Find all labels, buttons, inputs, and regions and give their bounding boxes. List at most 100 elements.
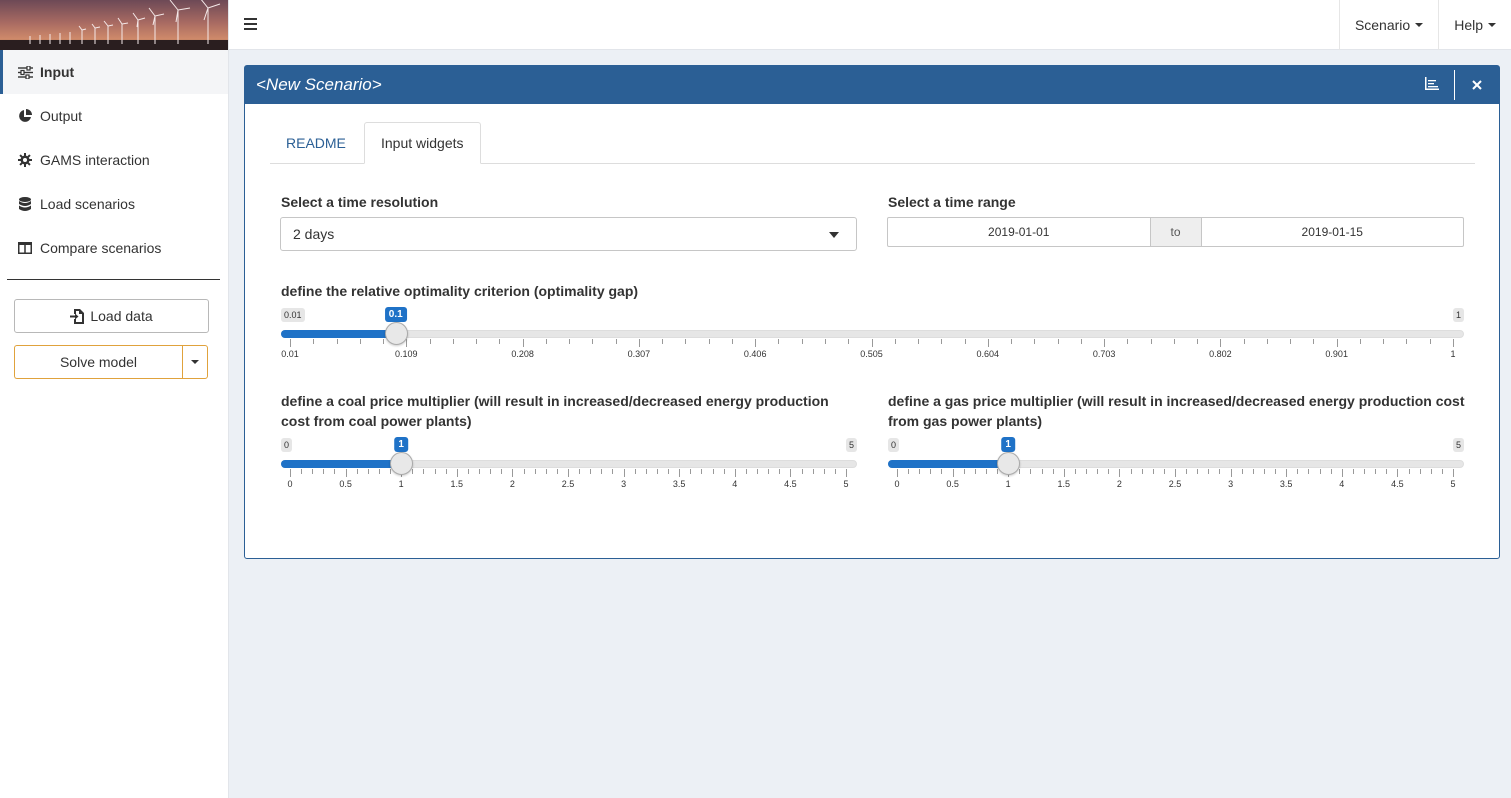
load-data-button[interactable]: Load data [14, 299, 209, 333]
slider-max-label: 5 [1452, 438, 1464, 452]
slider-major-tick [846, 469, 847, 477]
slider-tick-label: 0.5 [946, 479, 959, 489]
slider-major-tick [290, 339, 291, 347]
sidebar-item-label: GAMS interaction [40, 152, 150, 168]
slider-tick-label: 0.604 [976, 349, 1000, 359]
gear-icon [17, 152, 33, 168]
gas-multiplier-slider[interactable]: 0 5 1 0 0.5 1 1.5 2 2.5 3 3.5 4 4.5 5 [888, 437, 1464, 498]
slider-minor-tick [824, 339, 826, 344]
slider-minor-tick [1074, 469, 1076, 474]
slider-major-tick [790, 469, 792, 477]
slider-minor-tick [467, 469, 469, 474]
slider-minor-tick [1406, 339, 1408, 344]
slider-minor-tick [1057, 339, 1059, 344]
slider-minor-tick [1052, 469, 1054, 474]
slider-minor-tick [367, 469, 369, 474]
slider-major-tick [1175, 469, 1176, 477]
caret-down-icon [191, 360, 199, 364]
slider-minor-tick [1364, 469, 1366, 474]
slider-minor-tick [1375, 469, 1377, 474]
close-scenario-button[interactable] [1455, 66, 1499, 104]
slider-minor-tick [894, 339, 896, 344]
slider-minor-tick [501, 469, 503, 474]
solve-model-dropdown-toggle[interactable] [182, 345, 208, 379]
time-range-label: Select a time range [888, 194, 1016, 210]
end-date-input[interactable]: 2019-01-15 [1202, 218, 1464, 246]
slider-minor-tick [434, 469, 436, 474]
slider-minor-tick [908, 469, 910, 474]
optimality-gap-slider[interactable]: 0.01 1 0.1 0.01 0.109 0.208 0.307 0.406 0.505 0.6… [281, 307, 1464, 368]
solve-model-button[interactable]: Solve model [14, 345, 182, 379]
slider-minor-tick [1266, 339, 1268, 344]
slider-minor-tick [1429, 339, 1431, 344]
sidebar-item-gams-interaction[interactable]: GAMS interaction [0, 138, 228, 182]
slider-minor-tick [656, 469, 658, 474]
scenario-menu[interactable]: Scenario [1338, 0, 1438, 50]
slider-major-tick [1336, 339, 1338, 347]
slider-tick-label: 4.5 [1391, 479, 1404, 489]
slider-minor-tick [359, 339, 361, 344]
slider-tick-label: 0 [894, 479, 900, 489]
slider-minor-tick [1173, 339, 1175, 344]
slider-tick-label: 5 [1450, 479, 1456, 489]
start-date-input[interactable]: 2019-01-01 [888, 218, 1150, 246]
sidebar-item-input[interactable]: Input [0, 50, 228, 94]
slider-major-tick [1453, 469, 1454, 477]
slider-minor-tick [985, 469, 987, 474]
sidebar-item-compare-scenarios[interactable]: Compare scenarios [0, 226, 228, 270]
slider-minor-tick [690, 469, 692, 474]
box-header: <New Scenario> [245, 66, 1499, 104]
slider-minor-tick [1197, 339, 1199, 344]
slider-minor-tick [930, 469, 932, 474]
slider-minor-tick [445, 469, 447, 474]
slider-minor-tick [1386, 469, 1388, 474]
slider-minor-tick [645, 469, 647, 474]
coal-multiplier-slider[interactable]: 0 5 1 0 0.5 1 1.5 2 2.5 3 3.5 4 4.5 5 [281, 437, 857, 498]
slider-minor-tick [336, 339, 338, 344]
slider-minor-tick [383, 339, 385, 344]
wind-turbines-logo[interactable] [0, 0, 228, 50]
slider-major-tick [406, 339, 408, 347]
slider-minor-tick [757, 469, 759, 474]
slider-tick-label: 1.5 [1057, 479, 1071, 489]
tab-input-widgets[interactable]: Input widgets [364, 122, 481, 164]
time-resolution-select[interactable]: 2 days [280, 217, 857, 251]
slider-major-tick [512, 469, 514, 477]
slider-minor-tick [1041, 469, 1043, 474]
slider-tick-label: 2.5 [561, 479, 575, 489]
slider-track[interactable] [281, 330, 1464, 338]
slider-minor-tick [1241, 469, 1243, 474]
scenario-box: <New Scenario> README Input widgets Sele… [244, 65, 1500, 559]
slider-tick-label: 0.307 [627, 349, 651, 359]
tab-readme[interactable]: README [270, 122, 362, 164]
slider-tick-label: 3.5 [672, 479, 686, 489]
slider-minor-tick [556, 469, 558, 474]
scenario-menu-label: Scenario [1354, 17, 1411, 33]
gas-multiplier-label: define a gas price multiplier (will resu… [888, 393, 1465, 429]
slider-minor-tick [1197, 469, 1199, 474]
slider-major-tick [987, 339, 989, 347]
help-menu[interactable]: Help [1438, 0, 1511, 50]
slider-min-label: 0 [281, 438, 293, 452]
slider-minor-tick [941, 469, 943, 474]
time-resolution-value: 2 days [293, 226, 335, 242]
slider-minor-tick [569, 339, 571, 344]
slider-handle[interactable] [384, 322, 408, 345]
table-view-button[interactable] [1410, 66, 1454, 104]
slider-minor-tick [834, 469, 836, 474]
tabs-bar: README Input widgets [270, 122, 1475, 164]
slider-tick-label: 0.901 [1325, 349, 1348, 359]
slider-minor-tick [745, 469, 747, 474]
slider-minor-tick [1430, 469, 1432, 474]
file-import-icon [70, 308, 85, 324]
sidebar-item-load-scenarios[interactable]: Load scenarios [0, 182, 228, 226]
hamburger-menu-icon[interactable] [244, 18, 257, 30]
slider-minor-tick [1034, 339, 1036, 344]
slider-major-tick [755, 339, 757, 347]
sidebar-item-output[interactable]: Output [0, 94, 228, 138]
slider-minor-tick [429, 339, 431, 344]
time-resolution-label: Select a time resolution [281, 194, 439, 210]
slider-min-label: 0.01 [281, 308, 305, 322]
slider-tick-label: 5 [843, 479, 849, 489]
slider-minor-tick [1441, 469, 1443, 474]
